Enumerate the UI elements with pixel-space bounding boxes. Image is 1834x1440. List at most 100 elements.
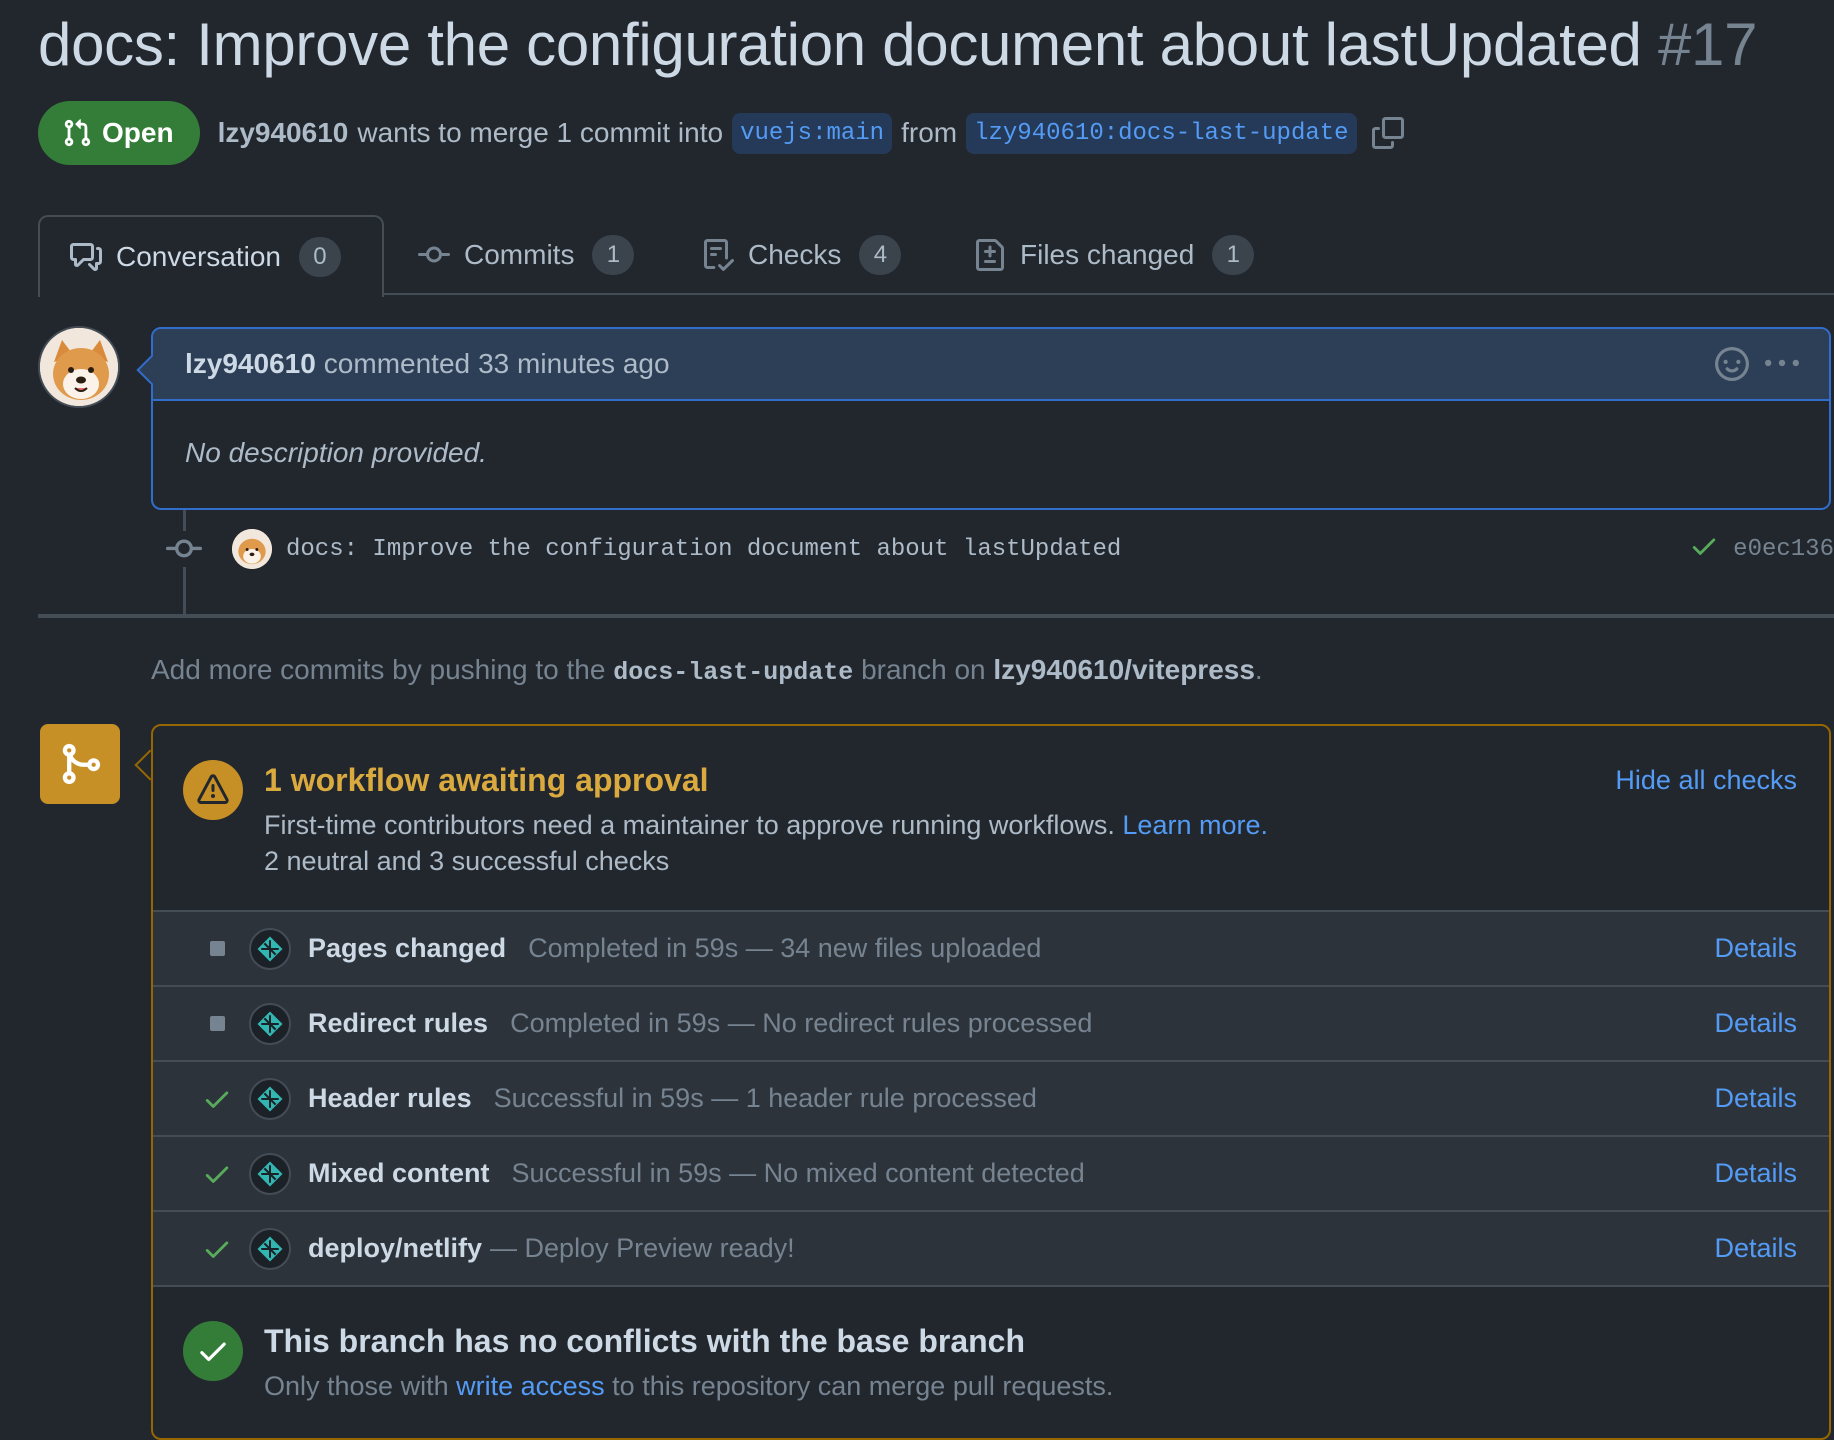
check-circle-icon: [183, 1321, 243, 1381]
check-row: Header rules Successful in 59s — 1 heade…: [153, 1062, 1829, 1137]
kebab-horizontal-icon[interactable]: [1765, 347, 1799, 388]
tab-counter: 1: [592, 235, 635, 275]
pr-author-link[interactable]: lzy940610: [218, 117, 349, 149]
check-name: Pages changed: [308, 933, 507, 963]
merge-text: wants to merge 1 commit into: [357, 117, 724, 148]
netlify-icon[interactable]: [249, 1152, 291, 1195]
merge-status-icon: [40, 724, 120, 804]
check-description: Completed in 59s — 34 new files uploaded: [528, 933, 1042, 963]
smiley-icon[interactable]: [1715, 347, 1749, 388]
git-commit-icon: [418, 246, 450, 263]
no-conflicts-prefix: Only those with: [264, 1371, 449, 1401]
tab-counter: 0: [298, 237, 341, 277]
check-details-link[interactable]: Details: [1714, 1158, 1797, 1189]
check-name: Redirect rules: [308, 1008, 489, 1038]
comment-header: lzy940610 commented 33 minutes ago: [153, 329, 1829, 401]
pr-number: #17: [1657, 11, 1758, 78]
git-pull-request-icon: [64, 119, 91, 147]
no-conflicts-suffix: to this repository can merge pull reques…: [612, 1371, 1114, 1401]
no-conflicts-description: Only those with write access to this rep…: [264, 1371, 1113, 1402]
push-hint-repo-link[interactable]: lzy940610/vitepress: [993, 654, 1255, 685]
pr-meta: Open lzy940610 wants to merge 1 commit i…: [38, 101, 1404, 165]
check-description: — Deploy Preview ready!: [490, 1233, 795, 1263]
check-icon: [197, 1234, 237, 1264]
neutral-status-icon: [197, 941, 237, 956]
file-diff-icon: [976, 239, 1004, 271]
tab-counter: 4: [859, 235, 902, 275]
check-details-link[interactable]: Details: [1714, 1083, 1797, 1114]
commit-sha-link[interactable]: e0ec136: [1733, 536, 1834, 563]
check-details-link[interactable]: Details: [1714, 933, 1797, 964]
check-details-link[interactable]: Details: [1714, 1008, 1797, 1039]
from-text: from: [901, 117, 958, 148]
state-label: Open: [102, 117, 174, 148]
tab-label: Commits: [464, 239, 575, 270]
comment-discussion-icon: [70, 243, 102, 271]
approval-description: First-time contributors need a maintaine…: [264, 810, 1268, 841]
git-commit-icon: [166, 531, 202, 567]
check-row: Redirect rules Completed in 59s — No red…: [153, 987, 1829, 1062]
learn-more-link[interactable]: Learn more.: [1122, 810, 1268, 840]
tab-counter: 1: [1212, 235, 1255, 275]
check-description: Successful in 59s — 1 header rule proces…: [493, 1083, 1037, 1113]
tab-checks[interactable]: Checks 4: [702, 215, 902, 295]
comment-timestamp[interactable]: 33 minutes ago: [478, 348, 669, 380]
check-name: Header rules: [308, 1083, 472, 1113]
comment-body: No description provided.: [185, 437, 487, 468]
merge-box: 1 workflow awaiting approval Hide all ch…: [151, 724, 1831, 1440]
head-branch[interactable]: lzy940610:docs-last-update: [966, 112, 1357, 154]
push-hint-branch: docs-last-update: [613, 658, 854, 687]
page-title: docs: Improve the configuration document…: [38, 10, 1758, 79]
check-description: Completed in 59s — No redirect rules pro…: [510, 1008, 1093, 1038]
check-name: Mixed content: [308, 1158, 490, 1188]
no-conflicts-title: This branch has no conflicts with the ba…: [264, 1323, 1026, 1359]
pr-title: docs: Improve the configuration document…: [38, 11, 1642, 78]
check-description: Successful in 59s — No mixed content det…: [511, 1158, 1085, 1188]
git-merge-icon: [62, 743, 101, 785]
push-hint-middle: branch on: [861, 654, 986, 685]
approval-description-text: First-time contributors need a maintaine…: [264, 810, 1115, 840]
tab-files-changed[interactable]: Files changed 1: [974, 215, 1255, 295]
checks-summary: 2 neutral and 3 successful checks: [264, 846, 670, 876]
netlify-icon[interactable]: [249, 1002, 291, 1045]
push-hint-suffix: .: [1254, 654, 1263, 685]
base-branch[interactable]: vuejs:main: [732, 112, 893, 154]
check-details-link[interactable]: Details: [1714, 1233, 1797, 1264]
avatar[interactable]: [38, 326, 120, 408]
check-row: Pages changed Completed in 59s — 34 new …: [153, 912, 1829, 987]
commit-sha-group: e0ec136: [1689, 531, 1834, 568]
hide-all-checks-link[interactable]: Hide all checks: [1615, 765, 1797, 796]
netlify-icon[interactable]: [249, 1227, 291, 1270]
checklist-icon: [704, 239, 734, 271]
netlify-icon[interactable]: [249, 927, 291, 970]
approval-title: 1 workflow awaiting approval: [264, 762, 709, 798]
neutral-status-icon: [197, 1016, 237, 1031]
pr-tabs: Conversation 0 Commits 1 Checks 4 Files …: [38, 215, 1834, 297]
write-access-link[interactable]: write access: [456, 1371, 605, 1401]
push-hint-prefix: Add more commits by pushing to the: [151, 654, 606, 685]
tab-label: Files changed: [1020, 239, 1195, 270]
copy-icon[interactable]: [1371, 117, 1404, 149]
tab-label: Conversation: [116, 241, 281, 272]
push-hint: Add more commits by pushing to the docs-…: [151, 654, 1263, 687]
timeline-divider: [38, 614, 1834, 618]
check-name: deploy/netlify: [308, 1233, 483, 1263]
tab-commits[interactable]: Commits 1: [418, 215, 635, 295]
comment-author-link[interactable]: lzy940610: [185, 348, 316, 380]
check-row: Mixed content Successful in 59s — No mix…: [153, 1137, 1829, 1212]
pr-description-comment: lzy940610 commented 33 minutes ago No de…: [151, 327, 1831, 510]
commit-author-avatar[interactable]: [232, 529, 272, 569]
commit-message-link[interactable]: docs: Improve the configuration document…: [286, 536, 1121, 563]
alert-icon: [183, 760, 243, 820]
workflow-approval-section: 1 workflow awaiting approval Hide all ch…: [153, 726, 1829, 912]
check-icon: [197, 1084, 237, 1114]
check-icon[interactable]: [1689, 531, 1719, 568]
tab-conversation[interactable]: Conversation 0: [38, 215, 384, 297]
comment-actions: [1715, 347, 1799, 388]
comment-action: commented: [323, 348, 471, 379]
netlify-icon[interactable]: [249, 1077, 291, 1120]
check-row: deploy/netlify — Deploy Preview ready! D…: [153, 1212, 1829, 1287]
timeline-commit: docs: Improve the configuration document…: [166, 526, 1834, 572]
no-conflicts-section: This branch has no conflicts with the ba…: [153, 1287, 1829, 1437]
tab-label: Checks: [748, 239, 842, 270]
